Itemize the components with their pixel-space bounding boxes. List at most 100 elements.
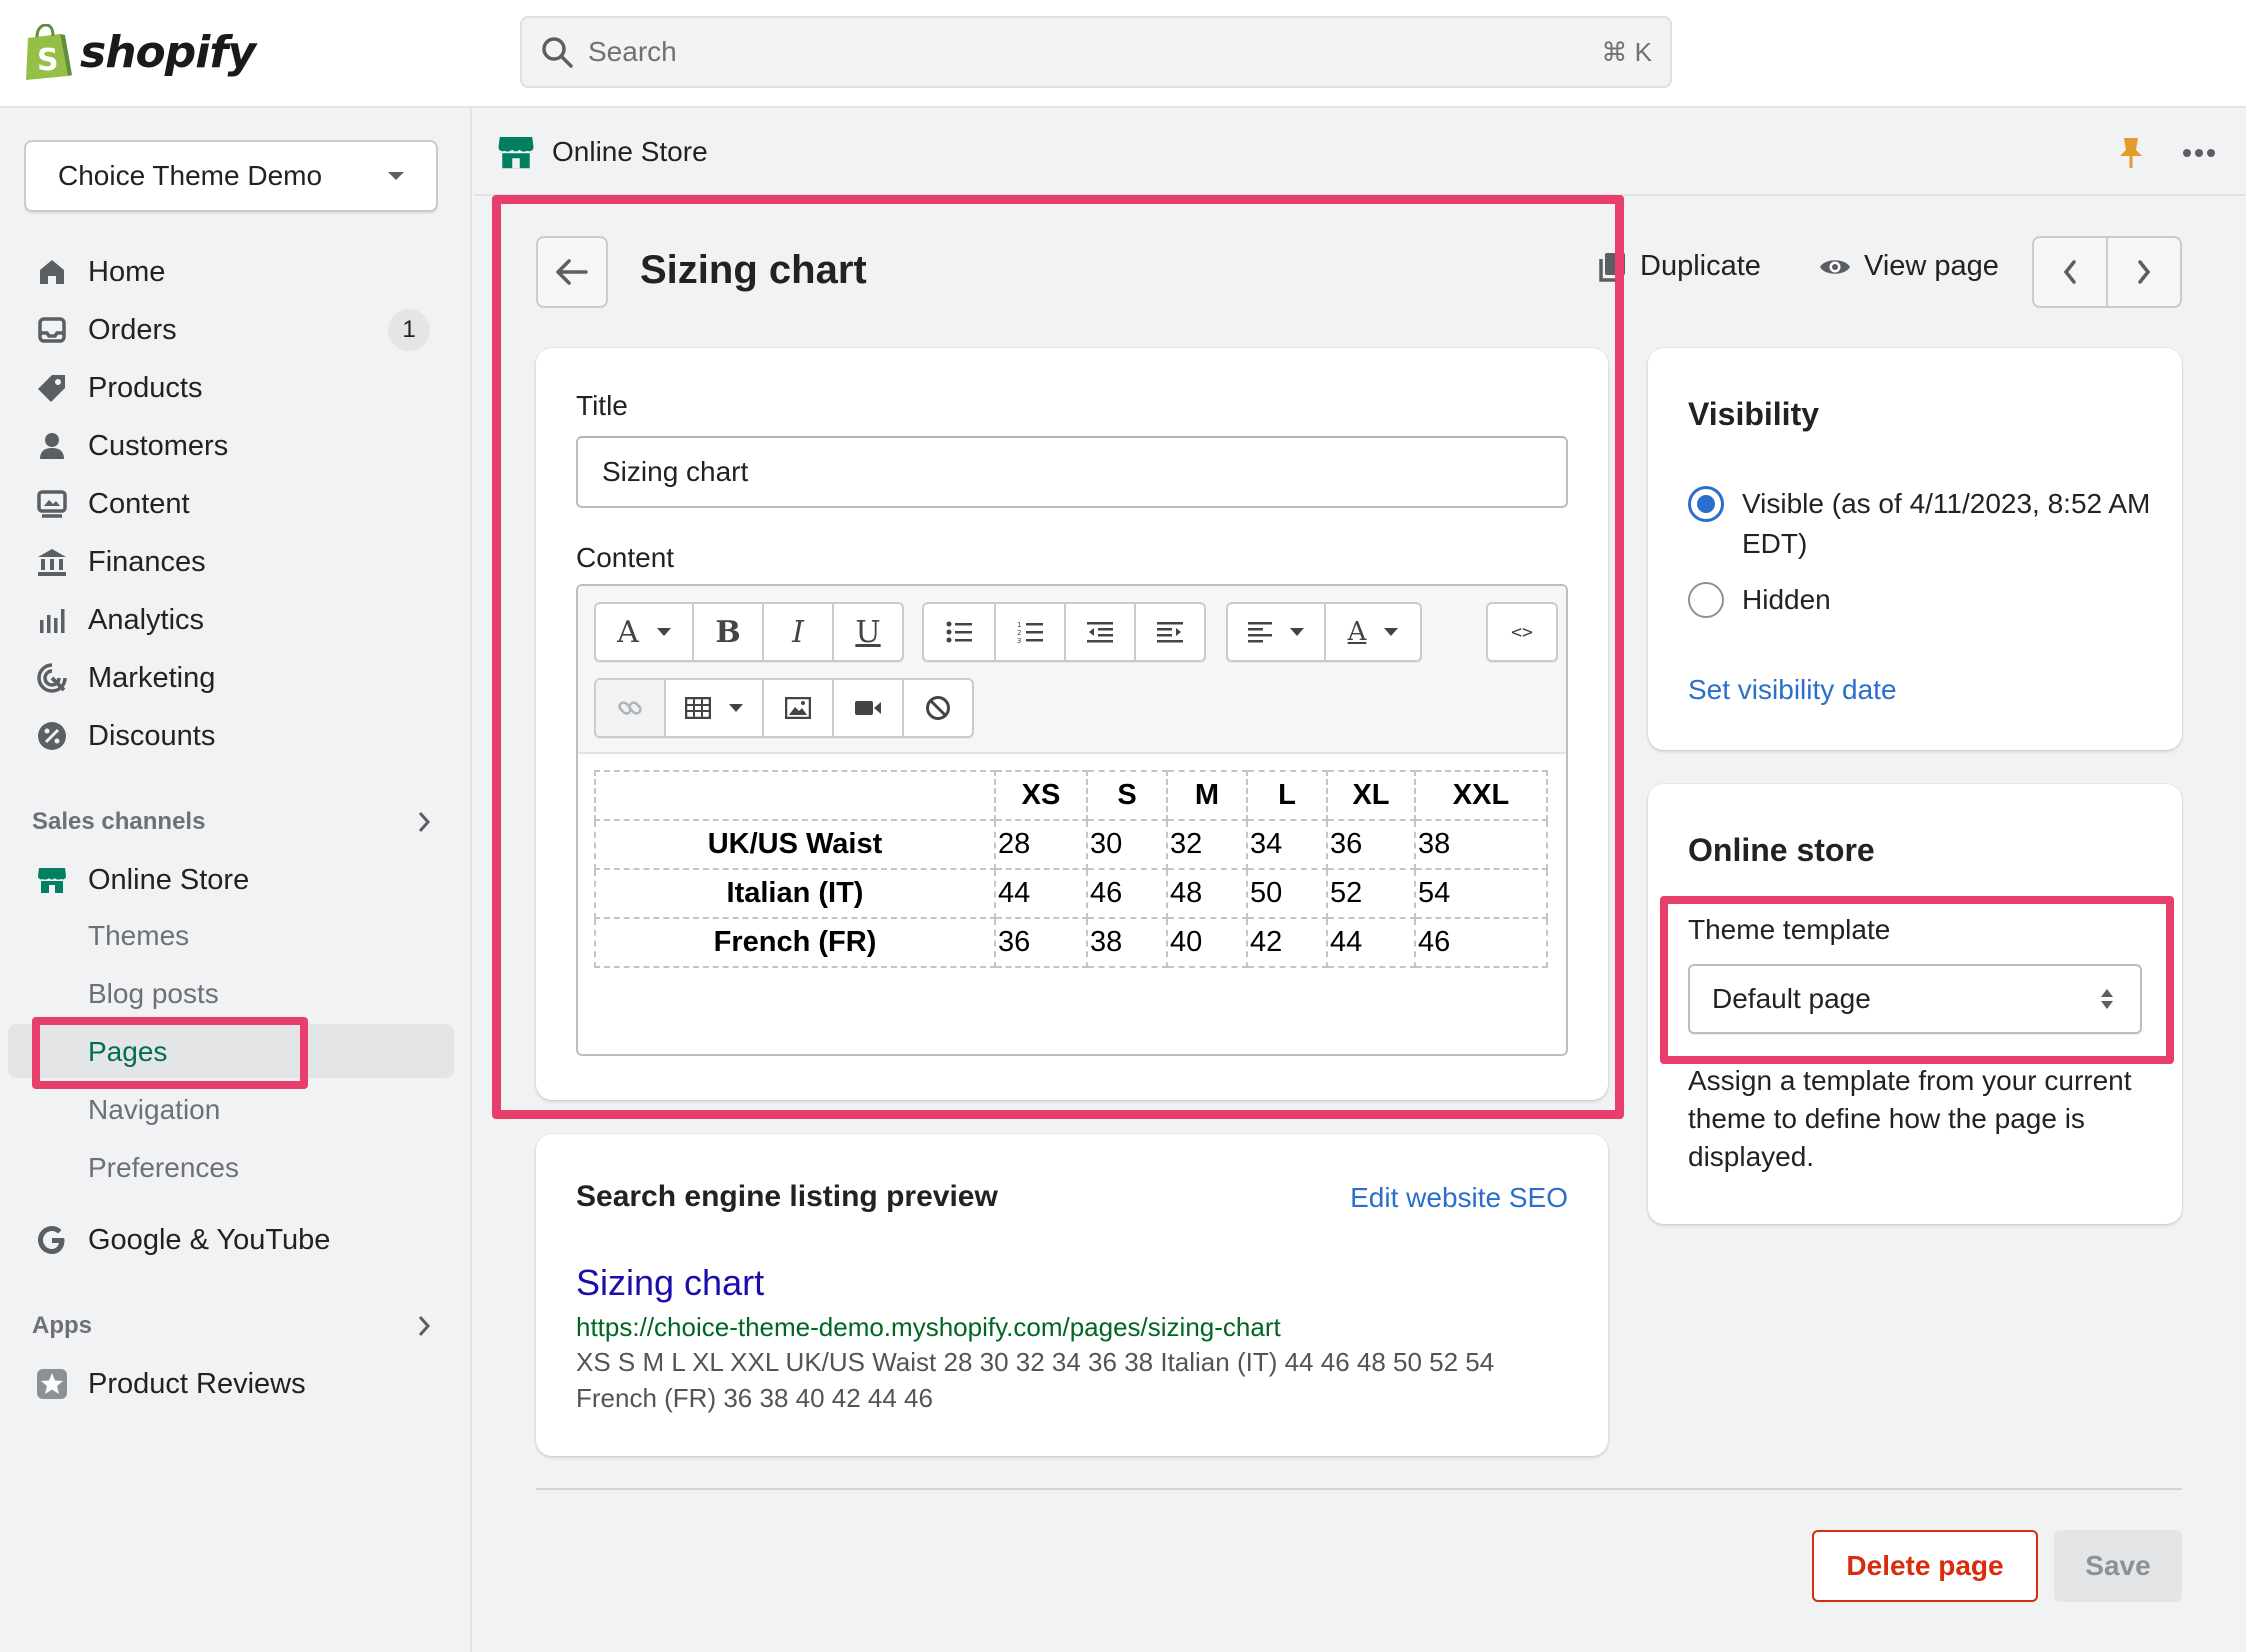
chevron-right-icon bbox=[418, 812, 431, 832]
sidebar-item-label: Product Reviews bbox=[88, 1367, 306, 1400]
sidebar-item-analytics[interactable]: Analytics bbox=[30, 595, 430, 645]
store-name: Choice Theme Demo bbox=[58, 160, 323, 191]
orders-icon bbox=[30, 308, 74, 352]
sales-channels-label: Sales channels bbox=[32, 808, 206, 835]
sidebar-item-google-youtube[interactable]: Google & YouTube bbox=[30, 1215, 430, 1265]
seo-preview-card: Search engine listing preview Edit websi… bbox=[536, 1134, 1608, 1456]
sidebar-subitem-preferences[interactable]: Preferences bbox=[88, 1145, 239, 1191]
content-highlight-box bbox=[492, 195, 1624, 1119]
bar-chart-icon bbox=[30, 598, 74, 642]
apps-label: Apps bbox=[32, 1312, 92, 1339]
page-pagination bbox=[2032, 236, 2182, 308]
eye-icon bbox=[1820, 259, 1850, 274]
sidebar-item-label: Google & YouTube bbox=[88, 1223, 331, 1256]
star-app-icon bbox=[30, 1362, 74, 1406]
search-icon bbox=[542, 37, 573, 68]
sidebar-item-content[interactable]: Content bbox=[30, 479, 430, 529]
visible-label: Visible (as of 4/11/2023, 8:52 AM EDT) bbox=[1742, 488, 2151, 559]
online-store-heading: Online store bbox=[1688, 832, 1875, 868]
channel-header: Online Store bbox=[474, 110, 2246, 196]
hidden-radio[interactable] bbox=[1688, 582, 1724, 618]
sidebar-item-discounts[interactable]: Discounts bbox=[30, 711, 430, 761]
svg-text:S: S bbox=[37, 43, 59, 78]
visible-option[interactable]: Visible (as of 4/11/2023, 8:52 AM EDT) bbox=[1688, 484, 2158, 564]
sidebar-subitem-label: Preferences bbox=[88, 1152, 239, 1183]
sidebar-item-finances[interactable]: Finances bbox=[30, 537, 430, 587]
header-actions bbox=[2116, 136, 2216, 170]
chevron-left-icon bbox=[2063, 260, 2076, 284]
pages-highlight-box bbox=[32, 1017, 308, 1089]
delete-page-button[interactable]: Delete page bbox=[1812, 1530, 2038, 1602]
channel-title: Online Store bbox=[552, 136, 708, 167]
home-icon bbox=[30, 250, 74, 294]
save-button[interactable]: Save bbox=[2054, 1530, 2182, 1602]
sidebar-subitem-label: Blog posts bbox=[88, 978, 219, 1009]
top-bar: S shopify Search ⌘ K bbox=[0, 0, 2246, 108]
footer-divider bbox=[536, 1488, 2182, 1490]
sidebar-item-label: Products bbox=[88, 371, 203, 404]
sidebar-item-label: Marketing bbox=[88, 661, 216, 694]
sidebar-item-label: Discounts bbox=[88, 719, 216, 752]
visible-radio[interactable] bbox=[1688, 486, 1724, 522]
hidden-label: Hidden bbox=[1742, 584, 1831, 615]
sidebar-item-online-store[interactable]: Online Store bbox=[30, 855, 430, 905]
sidebar-item-customers[interactable]: Customers bbox=[30, 421, 430, 471]
caret-down-icon bbox=[388, 172, 404, 180]
edit-seo-link[interactable]: Edit website SEO bbox=[1350, 1182, 1568, 1214]
visibility-card: Visibility Visible (as of 4/11/2023, 8:5… bbox=[1648, 348, 2182, 750]
shopify-logo[interactable]: S shopify bbox=[22, 20, 256, 84]
search-placeholder: Search bbox=[588, 36, 677, 67]
set-visibility-date-link[interactable]: Set visibility date bbox=[1688, 674, 1897, 706]
sidebar-item-products[interactable]: Products bbox=[30, 363, 430, 413]
google-icon bbox=[30, 1218, 74, 1262]
previous-page-button[interactable] bbox=[2034, 238, 2106, 306]
search-bar[interactable]: Search ⌘ K bbox=[520, 16, 1672, 88]
sidebar-item-label: Orders bbox=[88, 313, 177, 346]
sidebar-subitem-navigation[interactable]: Navigation bbox=[88, 1087, 220, 1133]
theme-template-help: Assign a template from your current them… bbox=[1688, 1065, 2132, 1172]
search-shortcut: ⌘ K bbox=[1601, 36, 1652, 67]
sidebar-item-label: Home bbox=[88, 255, 166, 288]
hidden-option[interactable]: Hidden bbox=[1688, 580, 1831, 620]
discount-icon bbox=[30, 714, 74, 758]
sales-channels-header[interactable]: Sales channels bbox=[32, 808, 432, 836]
logo-text: shopify bbox=[80, 26, 256, 78]
storefront-icon bbox=[498, 137, 534, 169]
sidebar-item-product-reviews[interactable]: Product Reviews bbox=[30, 1359, 430, 1409]
theme-template-highlight-box bbox=[1660, 896, 2174, 1064]
sidebar-item-home[interactable]: Home bbox=[30, 247, 430, 297]
sidebar-subitem-blog-posts[interactable]: Blog posts bbox=[88, 971, 219, 1017]
view-page-label: View page bbox=[1864, 250, 1999, 282]
content-icon bbox=[30, 482, 74, 526]
sidebar-item-orders[interactable]: Orders 1 bbox=[30, 305, 430, 355]
target-icon bbox=[30, 656, 74, 700]
next-page-button[interactable] bbox=[2106, 238, 2180, 306]
chevron-right-icon bbox=[418, 1316, 431, 1336]
store-selector[interactable]: Choice Theme Demo bbox=[24, 140, 438, 212]
duplicate-label: Duplicate bbox=[1640, 250, 1761, 282]
more-actions-icon[interactable] bbox=[2182, 148, 2216, 158]
shopify-bag-icon: S bbox=[26, 24, 72, 80]
seo-title-link[interactable]: Sizing chart bbox=[576, 1262, 764, 1304]
pin-icon[interactable] bbox=[2116, 136, 2146, 170]
bank-icon bbox=[30, 540, 74, 584]
sidebar-item-label: Content bbox=[88, 487, 190, 520]
orders-count-badge: 1 bbox=[388, 309, 430, 351]
seo-heading: Search engine listing preview bbox=[576, 1180, 998, 1213]
view-page-button[interactable]: View page bbox=[1818, 250, 1999, 283]
chevron-right-icon bbox=[2138, 260, 2151, 284]
visibility-heading: Visibility bbox=[1688, 396, 1820, 432]
sidebar-item-label: Finances bbox=[88, 545, 206, 578]
sidebar-item-marketing[interactable]: Marketing bbox=[30, 653, 430, 703]
sidebar-item-label: Customers bbox=[88, 429, 229, 462]
seo-url: https://choice-theme-demo.myshopify.com/… bbox=[576, 1312, 1281, 1342]
sidebar-subitem-themes[interactable]: Themes bbox=[88, 913, 189, 959]
sidebar-subitem-label: Themes bbox=[88, 920, 190, 951]
sidebar-item-label: Analytics bbox=[88, 603, 205, 636]
tag-icon bbox=[30, 366, 74, 410]
person-icon bbox=[30, 424, 74, 468]
sidebar-item-label: Online Store bbox=[88, 863, 250, 896]
storefront-icon bbox=[30, 858, 74, 902]
seo-description: XS S M L XL XXL UK/US Waist 28 30 32 34 … bbox=[576, 1347, 1495, 1413]
apps-header[interactable]: Apps bbox=[32, 1312, 432, 1340]
